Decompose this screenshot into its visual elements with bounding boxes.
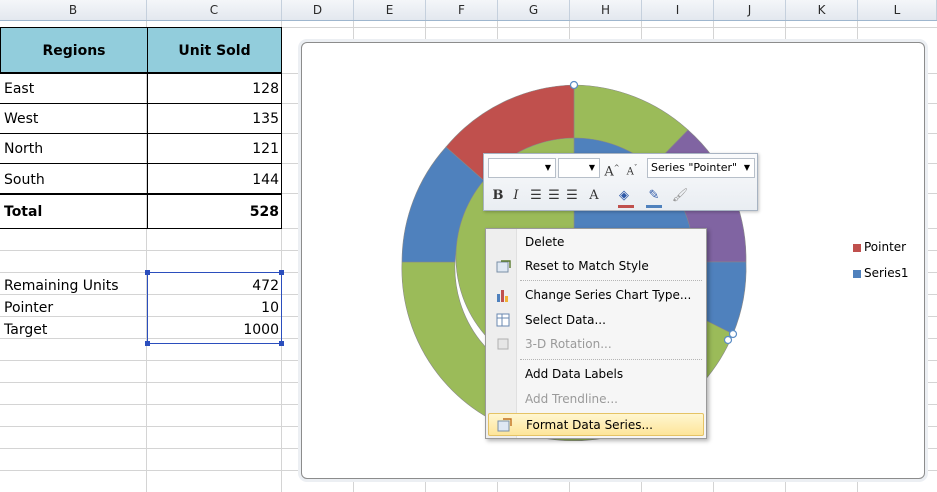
fill-color-icon[interactable]: ◈ [614,186,634,206]
chevron-down-icon: ▼ [743,163,750,172]
align-center-icon[interactable]: ☰ [544,186,564,206]
menu-item-format-data-series[interactable]: Format Data Series... [488,413,704,436]
font-name-dropdown[interactable]: ▼ [488,158,556,178]
menu-item-delete[interactable]: Delete [488,231,704,254]
menu-item-add-data-labels[interactable]: Add Data Labels [488,363,704,386]
rotation-3d-icon [496,337,512,352]
chart-type-icon [496,288,512,303]
selection-handle[interactable] [728,329,738,339]
select-data-icon [496,313,512,328]
legend-label: Series1 [864,266,909,280]
menu-item-add-trendline[interactable]: Add Trendline... [488,388,704,411]
legend-label: Pointer [864,240,907,254]
menu-item-change-chart-type[interactable]: Change Series Chart Type... [488,284,704,307]
menu-item-3d-rotation[interactable]: 3-D Rotation... [488,333,704,356]
chevron-down-icon: ▼ [544,163,551,172]
donut-chart[interactable] [0,0,937,492]
shrink-font-button[interactable]: Aˇ [622,158,642,178]
bold-button[interactable]: B [488,186,508,206]
series-select-dropdown[interactable]: Series "Pointer" ▼ [647,158,755,178]
format-series-icon [497,418,513,433]
italic-button[interactable]: I [506,186,526,206]
line-color-icon[interactable]: ✎ [644,186,664,206]
format-painter-icon[interactable]: 🖌 [670,186,690,206]
menu-item-select-data[interactable]: Select Data... [488,309,704,332]
selection-handle[interactable] [723,335,733,345]
grow-font-button[interactable]: A^ [602,158,622,179]
legend-item-series1[interactable]: Series1 [853,266,909,280]
legend-swatch [853,243,861,252]
legend-swatch [853,269,861,278]
font-size-dropdown[interactable]: ▼ [558,158,600,178]
selection-handle[interactable] [569,80,579,90]
menu-item-reset-style[interactable]: Reset to Match Style [488,255,704,278]
context-menu: Delete Reset to Match Style Change Serie… [485,228,707,439]
line-color-swatch [646,205,662,208]
font-color-icon[interactable]: A [584,186,604,206]
mini-toolbar: ▼ ▼ A^ Aˇ Series "Pointer" ▼ B I ☰ ☰ ☰ A … [483,153,758,211]
fill-color-swatch [618,205,634,208]
align-right-icon[interactable]: ☰ [562,186,582,206]
series-select-value: Series "Pointer" [651,161,738,174]
reset-style-icon [496,259,512,274]
align-left-icon[interactable]: ☰ [526,186,546,206]
legend-item-pointer[interactable]: Pointer [853,240,906,254]
chevron-down-icon: ▼ [588,163,595,172]
